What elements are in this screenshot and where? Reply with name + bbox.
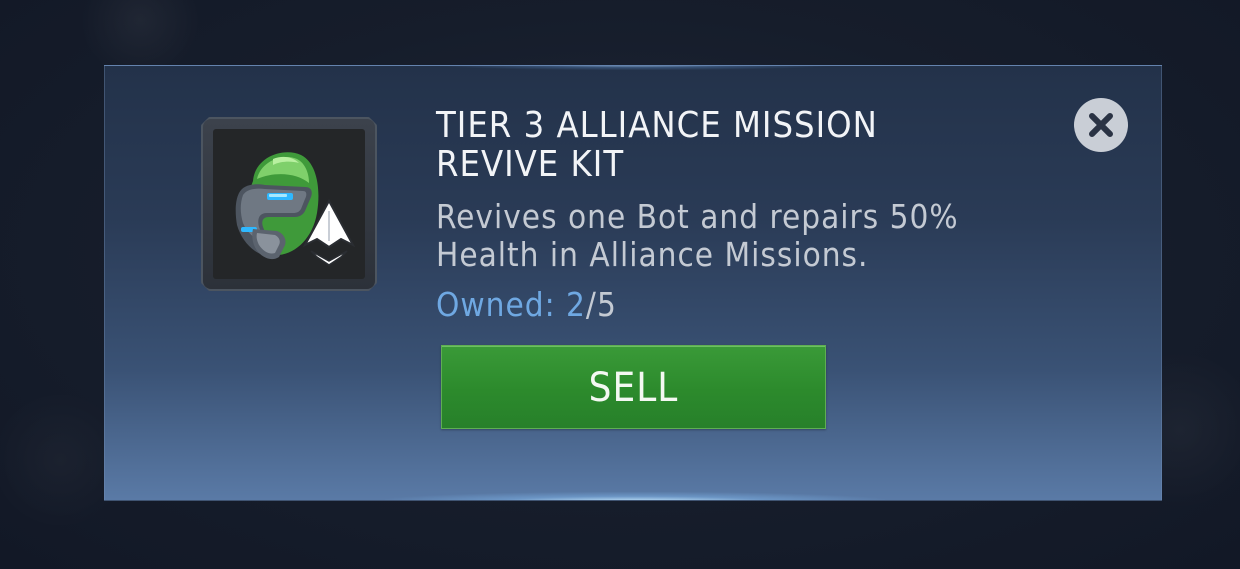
owned-max: 5 <box>596 285 617 324</box>
item-icon-slot <box>213 129 365 279</box>
item-description: Revives one Bot and repairs 50% Health i… <box>436 197 959 274</box>
owned-label: Owned: <box>436 285 567 324</box>
item-info-dialog: TIER 3 ALLIANCE MISSION REVIVE KIT Reviv… <box>104 65 1162 501</box>
close-button[interactable] <box>1074 98 1128 152</box>
revive-kit-helmet-icon <box>213 129 365 279</box>
item-title: TIER 3 ALLIANCE MISSION REVIVE KIT <box>436 105 878 185</box>
sell-button[interactable]: SELL <box>441 345 826 429</box>
item-icon-frame <box>201 117 377 291</box>
owned-current: 2 <box>566 285 586 324</box>
owned-count: Owned: 2/5 <box>436 286 617 324</box>
owned-separator: / <box>585 285 597 324</box>
close-icon <box>1089 113 1113 137</box>
